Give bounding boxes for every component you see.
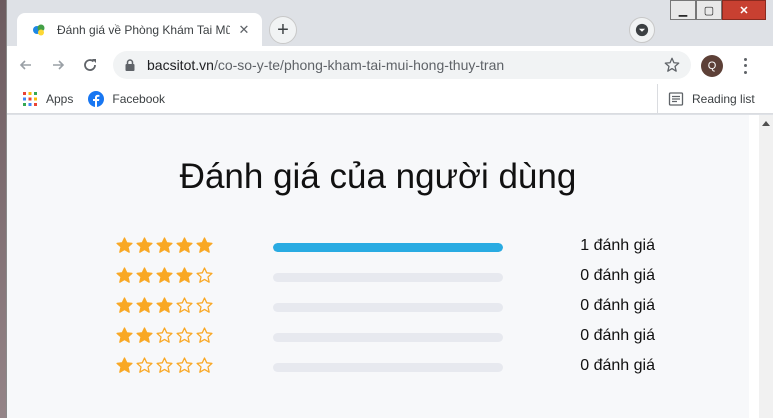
profile-avatar[interactable]: Q bbox=[701, 55, 723, 77]
minimize-button[interactable]: ▁ bbox=[670, 0, 696, 20]
star-filled-icon bbox=[116, 267, 133, 283]
star-filled-icon bbox=[156, 237, 173, 253]
tab-active[interactable]: Đánh giá về Phòng Khám Tai Mũi ✕ bbox=[17, 13, 262, 46]
star-outline-icon bbox=[196, 357, 213, 373]
tab-close-icon[interactable]: ✕ bbox=[236, 22, 252, 38]
reading-list-button[interactable]: Reading list bbox=[657, 84, 755, 114]
reload-icon bbox=[84, 59, 96, 71]
star-outline-icon bbox=[196, 327, 213, 343]
star-outline-icon bbox=[156, 357, 173, 373]
star-outline-icon bbox=[156, 327, 173, 343]
rating-bar bbox=[273, 333, 503, 342]
star-outline-icon bbox=[196, 297, 213, 313]
apps-grid-icon bbox=[22, 91, 38, 107]
rating-row-4: 0 đánh giá bbox=[115, 266, 655, 290]
star-rating bbox=[115, 296, 215, 315]
rating-count: 0 đánh giá bbox=[580, 327, 655, 344]
rating-row-3: 0 đánh giá bbox=[115, 296, 655, 320]
star-outline-icon bbox=[196, 267, 213, 283]
rating-row-2: 0 đánh giá bbox=[115, 326, 655, 350]
rating-bar bbox=[273, 363, 503, 372]
rating-bar bbox=[273, 303, 503, 312]
address-bar[interactable]: bacsitot.vn/co-so-y-te/phong-kham-tai-mu… bbox=[113, 51, 691, 79]
url-path: /co-so-y-te/phong-kham-tai-mui-hong-thuy… bbox=[213, 57, 505, 73]
rating-count: 1 đánh giá bbox=[580, 237, 655, 254]
star-rating bbox=[115, 356, 215, 375]
browser-toolbar: bacsitot.vn/co-so-y-te/phong-kham-tai-mu… bbox=[7, 46, 773, 84]
url-text[interactable]: bacsitot.vn/co-so-y-te/phong-kham-tai-mu… bbox=[147, 57, 663, 73]
star-filled-icon bbox=[116, 357, 133, 373]
window-controls: ▁ ▢ ✕ bbox=[670, 0, 766, 21]
tab-search-button[interactable] bbox=[629, 17, 655, 43]
star-filled-icon bbox=[136, 267, 153, 283]
bookmarks-bar: Apps Facebook Reading list bbox=[7, 84, 773, 114]
arrow-left-icon bbox=[19, 60, 31, 70]
star-rating bbox=[115, 326, 215, 345]
tab-strip: Đánh giá về Phòng Khám Tai Mũi ✕ + ▁ ▢ ✕ bbox=[7, 0, 773, 46]
bookmark-facebook-label: Facebook bbox=[112, 91, 166, 106]
browser-menu-icon[interactable] bbox=[737, 56, 753, 76]
rating-count: 0 đánh giá bbox=[580, 267, 655, 284]
rating-panel: Đánh giá của người dùng 1 đánh giá 0 đánh… bbox=[7, 115, 749, 418]
rating-count: 0 đánh giá bbox=[580, 297, 655, 314]
page-content: Đánh giá của người dùng 1 đánh giá 0 đánh… bbox=[7, 115, 759, 418]
bookmark-star-icon[interactable] bbox=[663, 56, 681, 74]
rating-row-1: 0 đánh giá bbox=[115, 356, 655, 380]
close-window-button[interactable]: ✕ bbox=[722, 0, 766, 20]
star-outline-icon bbox=[176, 357, 193, 373]
vertical-scrollbar[interactable] bbox=[759, 115, 773, 418]
star-outline-icon bbox=[176, 327, 193, 343]
star-filled-icon bbox=[176, 237, 193, 253]
star-outline-icon bbox=[136, 357, 153, 373]
star-filled-icon bbox=[116, 237, 133, 253]
bookmark-facebook[interactable]: Facebook bbox=[88, 90, 166, 107]
back-button[interactable] bbox=[13, 52, 39, 78]
rating-bar bbox=[273, 243, 503, 252]
rating-bar bbox=[273, 273, 503, 282]
star-filled-icon bbox=[156, 297, 173, 313]
star-filled-icon bbox=[136, 297, 153, 313]
forward-button[interactable] bbox=[45, 52, 71, 78]
site-favicon-icon bbox=[31, 22, 47, 38]
star-outline-icon bbox=[176, 297, 193, 313]
tab-title: Đánh giá về Phòng Khám Tai Mũi bbox=[57, 22, 230, 37]
star-filled-icon bbox=[196, 237, 213, 253]
page-title: Đánh giá của người dùng bbox=[179, 157, 577, 196]
maximize-button[interactable]: ▢ bbox=[696, 0, 722, 20]
star-rating bbox=[115, 236, 215, 255]
bookmark-apps[interactable]: Apps bbox=[22, 91, 73, 107]
star-filled-icon bbox=[156, 267, 173, 283]
url-host: bacsitot.vn bbox=[147, 57, 214, 73]
rating-count: 0 đánh giá bbox=[580, 357, 655, 374]
rating-bar-fill bbox=[273, 243, 503, 252]
star-filled-icon bbox=[116, 327, 133, 343]
rating-row-5: 1 đánh giá bbox=[115, 236, 655, 260]
star-filled-icon bbox=[136, 327, 153, 343]
arrow-right-icon bbox=[53, 60, 65, 70]
star-filled-icon bbox=[176, 267, 193, 283]
reload-button[interactable] bbox=[77, 52, 103, 78]
new-tab-button[interactable]: + bbox=[269, 16, 297, 44]
star-filled-icon bbox=[136, 237, 153, 253]
chevron-down-icon bbox=[635, 23, 649, 37]
reading-list-icon bbox=[668, 91, 684, 107]
star-rating bbox=[115, 266, 215, 285]
browser-window: Đánh giá về Phòng Khám Tai Mũi ✕ + ▁ ▢ ✕ bbox=[6, 0, 773, 418]
star-filled-icon bbox=[116, 297, 133, 313]
lock-icon[interactable] bbox=[123, 58, 137, 72]
scroll-up-icon[interactable] bbox=[762, 121, 770, 126]
facebook-icon bbox=[88, 90, 105, 107]
bookmark-apps-label: Apps bbox=[46, 91, 74, 106]
reading-list-label: Reading list bbox=[692, 92, 755, 106]
